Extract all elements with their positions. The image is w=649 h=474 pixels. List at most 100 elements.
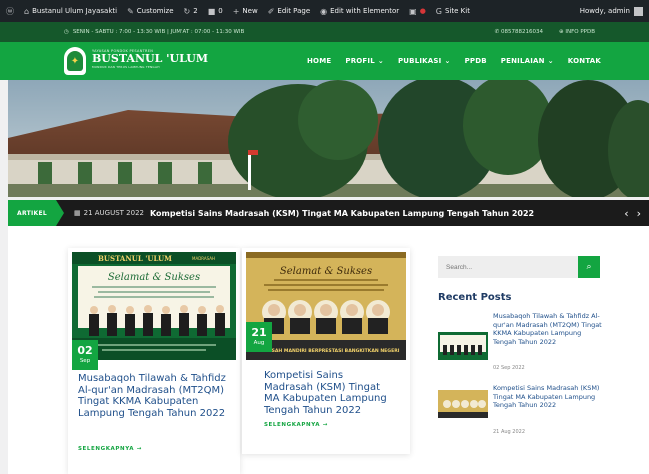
wordpress-logo-icon[interactable]: ⓦ: [6, 6, 14, 17]
elementor-link[interactable]: ◉ Edit with Elementor: [320, 7, 399, 16]
poster-school-name: BUSTANUL 'ULUM: [98, 254, 172, 263]
admin-site-link[interactable]: ⌂ Bustanul Ulum Jayasakti: [24, 7, 117, 16]
account-menu[interactable]: Howdy, admin: [579, 6, 643, 16]
sitekit-label: Site Kit: [445, 7, 470, 15]
elementor-label: Edit with Elementor: [330, 7, 400, 15]
read-more-link[interactable]: SELENGKAPNYA →: [264, 422, 328, 428]
brand-name: BUSTANUL 'ULUM: [92, 52, 209, 65]
updates-count: 2: [193, 7, 198, 15]
seo-link[interactable]: ▣ ●: [409, 7, 426, 16]
brand-tagline: MUNDUR DAN TERUS LAMPUNG TENGAH: [92, 65, 160, 69]
info-bar: ◷ SENIN - SABTU : 7:00 - 13:30 WIB | JUM…: [0, 22, 649, 42]
google-icon: G: [435, 6, 442, 16]
recent-post-thumbnail-image: [438, 332, 488, 360]
search-icon: ⌕: [586, 262, 592, 272]
post-card: BUSTANUL 'ULUM MADRASAH Selamat & Sukses: [68, 248, 240, 474]
nav-item-profil[interactable]: PROFIL ⌄: [345, 57, 384, 65]
clock-icon: ◷: [64, 29, 69, 35]
admin-bar: ⓦ ⌂ Bustanul Ulum Jayasakti ✎ Customize ↻ 2…: [0, 0, 649, 22]
new-link[interactable]: + New: [233, 7, 258, 16]
ticker-date: ▦ 21 AUGUST 2022: [74, 209, 144, 217]
news-ticker: ARTIKEL ▦ 21 AUGUST 2022 Kompetisi Sains …: [8, 200, 649, 226]
phone-link[interactable]: ✆ 085788216034: [495, 29, 543, 35]
chevron-down-icon: ⌄: [444, 57, 451, 65]
chevron-right-icon[interactable]: ›: [637, 207, 641, 220]
main-content: BUSTANUL 'ULUM MADRASAH Selamat & Sukses: [8, 226, 649, 474]
edit-page-label: Edit Page: [277, 7, 311, 15]
comments-link[interactable]: ■ 0: [208, 7, 223, 16]
search-button[interactable]: ⌕: [578, 256, 600, 278]
site-logo[interactable]: ✦: [64, 47, 86, 75]
chevron-left-icon[interactable]: ‹: [624, 207, 628, 220]
post-date-badge: 02 Sep: [72, 340, 98, 370]
comment-icon: ■: [207, 6, 216, 16]
ticker-date-text: 21 AUGUST 2022: [83, 209, 144, 217]
ppdb-link[interactable]: ⊕ INFO PPDB: [559, 29, 595, 35]
recent-post-thumbnail[interactable]: [438, 390, 488, 418]
recent-post-title-link[interactable]: Musabaqoh Tilawah & Tahfidz Al-qur'an Ma…: [493, 312, 603, 346]
post-date-day: 21: [251, 326, 267, 339]
nav-item-penilaian[interactable]: PENILAIAN ⌄: [501, 57, 554, 65]
elementor-icon: ◉: [320, 6, 328, 16]
post-date-month: Aug: [253, 340, 265, 346]
nav-label: PROFIL: [345, 57, 375, 65]
post-title-link[interactable]: Kompetisi Sains Madrasah (KSM) Tingat MA…: [264, 370, 394, 416]
search-form: ⌕: [438, 256, 600, 278]
edit-page-link[interactable]: ✐ Edit Page: [268, 7, 310, 16]
search-input[interactable]: [438, 256, 578, 278]
hero-banner-image: [8, 80, 649, 197]
nav-item-home[interactable]: HOME: [307, 57, 331, 65]
chevron-down-icon: ⌄: [377, 57, 384, 65]
recent-post-title-link[interactable]: Kompetisi Sains Madrasah (KSM) Tingat MA…: [493, 384, 603, 410]
site-header: ✦ YAYASAN PONDOK PESANTREN BUSTANUL 'ULU…: [0, 42, 649, 80]
recent-posts-heading: Recent Posts: [438, 292, 512, 303]
recent-post-thumbnail[interactable]: [438, 332, 488, 360]
ticker-headline-link[interactable]: Kompetisi Sains Madrasah (KSM) Tingat MA…: [150, 209, 534, 218]
post-date-badge: 21 Aug: [246, 322, 272, 352]
site-branding[interactable]: YAYASAN PONDOK PESANTREN BUSTANUL 'ULUM …: [92, 49, 208, 69]
nav-label: KONTAK: [567, 57, 601, 65]
ticker-label: ARTIKEL: [8, 200, 64, 226]
ppdb-label: INFO PPDB: [565, 29, 595, 35]
ticker-controls: ‹ ›: [624, 207, 641, 220]
updates-link[interactable]: ↻ 2: [184, 7, 198, 16]
poster-heading: Selamat & Sukses: [108, 272, 200, 283]
howdy-label: Howdy, admin: [579, 7, 630, 15]
post-card: Selamat & Sukses MADRASAH MANDIRI BERPRE…: [242, 248, 410, 454]
new-label: New: [242, 7, 258, 15]
post-date-month: Sep: [79, 358, 91, 364]
phone-number: 085788216034: [501, 29, 544, 35]
admin-site-label: Bustanul Ulum Jayasakti: [32, 7, 118, 15]
recent-post-thumbnail-image: [438, 390, 488, 418]
sitekit-link[interactable]: G Site Kit: [436, 7, 470, 16]
main-nav: HOME PROFIL ⌄ PUBLIKASI ⌄ PPDB PENILAIAN ⌄ …: [307, 42, 601, 80]
poster-footer-text: MADRASAH MANDIRI BERPRESTASI BANGKITKAN …: [253, 348, 400, 354]
pencil-icon: ✐: [267, 6, 275, 16]
read-more-link[interactable]: SELENGKAPNYA →: [78, 446, 142, 452]
opening-hours: SENIN - SABTU : 7:00 - 13:30 WIB | JUM'A…: [72, 29, 245, 35]
poster-heading: Selamat & Sukses: [280, 266, 372, 277]
calendar-icon: ▦: [74, 209, 81, 217]
home-icon: ⌂: [24, 6, 30, 16]
nav-label: PENILAIAN: [500, 57, 545, 65]
nav-item-publikasi[interactable]: PUBLIKASI ⌄: [398, 57, 451, 65]
nav-label: PPDB: [464, 57, 487, 65]
comments-count: 0: [218, 7, 223, 15]
logo-emblem-icon: ✦: [67, 51, 83, 71]
brush-icon: ✎: [127, 6, 134, 16]
customize-label: Customize: [136, 7, 174, 15]
school-building-illustration: [8, 80, 649, 197]
customize-link[interactable]: ✎ Customize: [127, 7, 173, 16]
refresh-icon: ↻: [183, 6, 191, 16]
seo-icon: ▣: [409, 6, 417, 16]
chevron-down-icon: ⌄: [547, 57, 554, 65]
nav-item-kontak[interactable]: KONTAK: [568, 57, 601, 65]
seo-status-dot-icon: ●: [419, 7, 426, 15]
post-title-link[interactable]: Musabaqoh Tilawah & Tahfidz Al-qur'an Ma…: [78, 373, 228, 419]
avatar: [634, 6, 643, 16]
nav-label: PUBLIKASI: [397, 57, 442, 65]
post-date-day: 02: [77, 344, 93, 357]
plus-icon: +: [232, 6, 240, 16]
nav-item-ppdb[interactable]: PPDB: [465, 57, 487, 65]
nav-label: HOME: [307, 57, 332, 65]
